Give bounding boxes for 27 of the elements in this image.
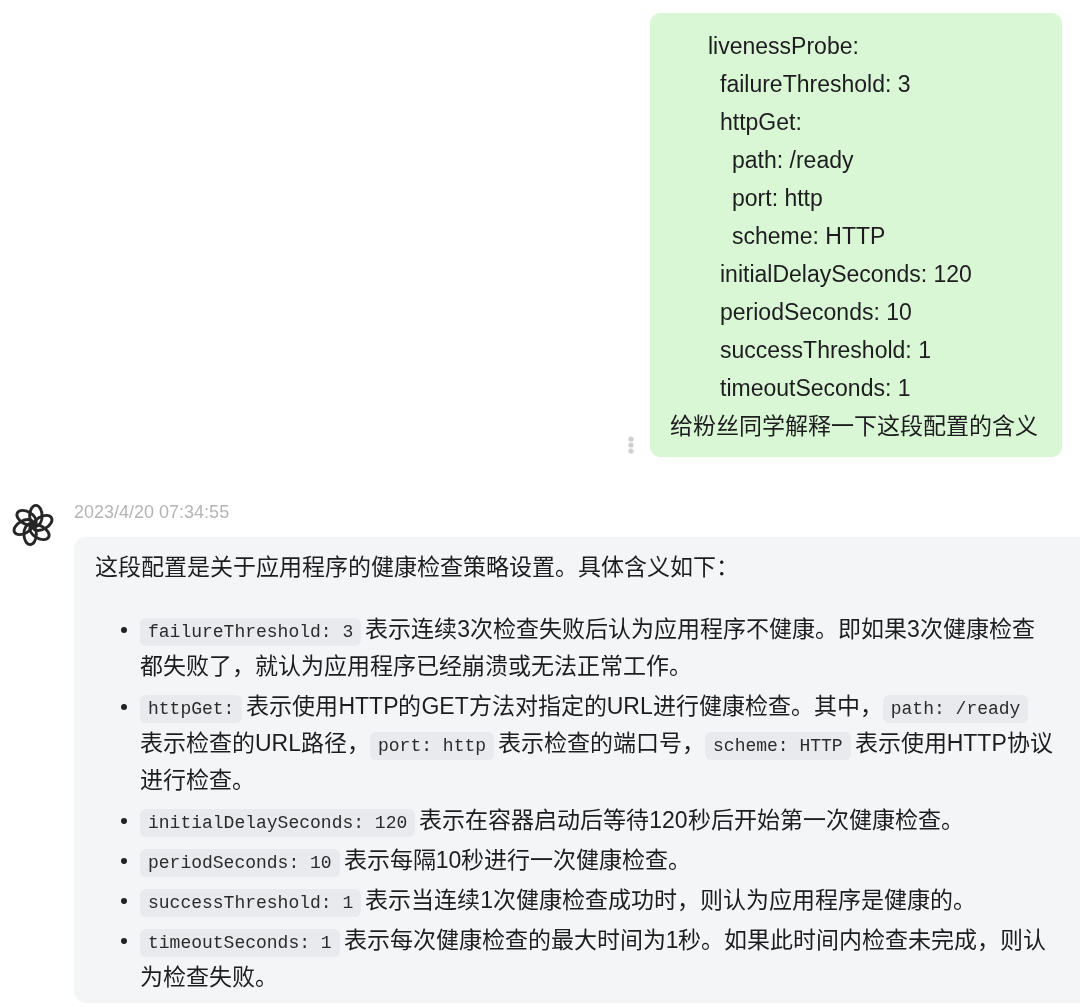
message-line: periodSeconds: 10: [720, 298, 912, 327]
bullet-icon: [121, 626, 127, 633]
list-item-text: initialDelaySeconds: 120 表示在容器启动后等待120秒后开始第一次健康检查。: [140, 802, 1054, 839]
list-item-text: successThreshold: 1 表示当连续1次健康检查成功时，则认为应用程序是健康的。: [140, 882, 1054, 919]
list-item-text: periodSeconds: 10 表示每隔10秒进行一次健康检查。: [140, 842, 1054, 879]
message-line: initialDelaySeconds: 120: [720, 260, 972, 289]
bullet-icon: [121, 817, 127, 824]
bullet-icon: [121, 703, 127, 710]
timestamp: 2023/4/20 07:34:55: [74, 501, 230, 524]
message-line: path: /ready: [732, 146, 854, 175]
list-item-text: failureThreshold: 3 表示连续3次检查失败后认为应用程序不健康。即如果3次健康检查都失败了，就认为应用程序已经崩溃或无法正常工作。: [140, 615, 1036, 681]
message-line: failureThreshold: 3: [720, 70, 911, 99]
bullet-icon: [121, 937, 127, 944]
logo-icon: [10, 502, 56, 548]
message-text: 给粉丝同学解释一下这段配置的含义: [670, 412, 1038, 441]
message-line: scheme: HTTP: [732, 222, 886, 251]
more-options-icon[interactable]: [628, 436, 634, 454]
list-item-text: timeoutSeconds: 1 表示每次健康检查的最大时间为1秒。如果此时间内检查未完成，则认为检查失败。: [140, 926, 1048, 992]
message-line: port: http: [732, 184, 823, 213]
message-line: timeoutSeconds: 1: [720, 374, 911, 403]
message-line: httpGet:: [720, 108, 802, 137]
bullet-icon: [121, 897, 127, 904]
intro-text: 这段配置是关于应用程序的健康检查策略设置。具体含义如下：: [95, 553, 739, 582]
bullet-icon: [121, 857, 127, 864]
list-item-text: httpGet: 表示使用HTTP的GET方法对指定的URL进行健康检查。其中， path: /ready 表示检查的URL路径， port: http 表示检查的端口号， scheme: HTTP 表示使用HTTP协议进行检查。: [140, 692, 1054, 795]
message-line: successThreshold: 1: [720, 336, 931, 365]
message-line: livenessProbe:: [708, 32, 859, 61]
